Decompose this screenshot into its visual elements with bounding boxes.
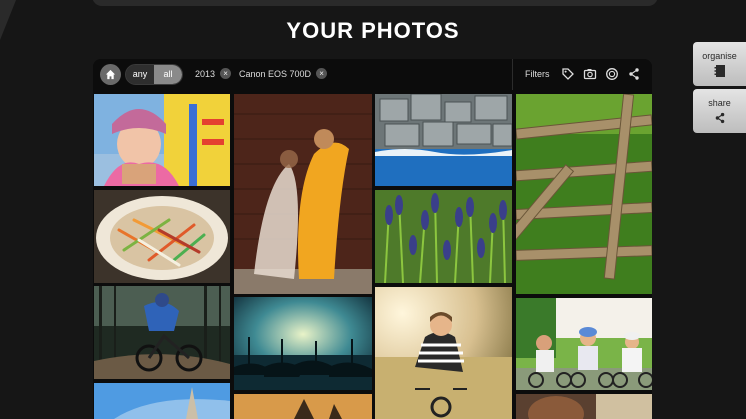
photo-image — [94, 286, 230, 379]
share-label: share — [708, 98, 731, 108]
photo-wooden-fence[interactable] — [516, 94, 652, 294]
photo-sunset-trees[interactable] — [234, 394, 372, 419]
filter-chip-year: 2013 × — [195, 68, 232, 79]
home-icon — [105, 69, 116, 80]
lens-icon[interactable] — [605, 67, 619, 81]
photo-gondolas[interactable] — [234, 297, 372, 390]
photo-breakwater-rocks[interactable] — [375, 94, 512, 186]
photo-lavender-field[interactable] — [375, 190, 512, 283]
camera-icon[interactable] — [583, 67, 597, 81]
photo-image — [234, 94, 372, 294]
filter-chip-camera: Canon EOS 700D × — [239, 68, 328, 79]
home-button[interactable] — [100, 64, 121, 85]
photo-church-tower[interactable] — [94, 383, 230, 419]
any-all-toggle[interactable]: any all — [125, 64, 183, 85]
photo-image — [375, 190, 512, 283]
share-button[interactable]: share — [693, 89, 746, 133]
photo-family-cycling[interactable] — [516, 298, 652, 390]
photo-image — [94, 383, 230, 419]
photo-image — [375, 287, 512, 419]
organise-label: organise — [702, 51, 737, 61]
notebook-icon — [714, 65, 725, 77]
remove-chip-icon[interactable]: × — [220, 68, 232, 79]
photo-image — [516, 94, 652, 294]
photo-salad-bowl[interactable] — [94, 190, 230, 283]
toggle-any[interactable]: any — [126, 65, 154, 84]
toggle-all[interactable]: all — [154, 65, 182, 84]
photo-image — [94, 94, 230, 186]
photo-portrait-partial[interactable] — [516, 394, 652, 419]
photo-image — [516, 394, 652, 419]
tag-icon[interactable] — [561, 67, 575, 81]
filter-bar: any all 2013 × Canon EOS 700D × Filters — [93, 59, 652, 90]
organise-button[interactable]: organise — [693, 42, 746, 86]
share-icon — [715, 112, 724, 124]
page-title: YOUR PHOTOS — [286, 18, 460, 43]
filters-button[interactable]: Filters — [525, 69, 550, 79]
photo-girl-playground[interactable] — [94, 94, 230, 186]
share-icon[interactable] — [627, 67, 641, 81]
photo-image — [94, 190, 230, 283]
remove-chip-icon[interactable]: × — [316, 68, 328, 79]
photo-image — [516, 298, 652, 390]
top-bar — [92, 0, 658, 6]
photo-image — [234, 297, 372, 390]
filter-divider — [512, 59, 513, 90]
photo-mountain-biker[interactable] — [94, 286, 230, 379]
filter-chip-label: Canon EOS 700D — [239, 68, 312, 79]
photo-dancers-motion[interactable] — [234, 94, 372, 294]
photo-image — [234, 394, 372, 419]
photo-boy-bike[interactable] — [375, 287, 512, 419]
photo-image — [375, 94, 512, 186]
filter-chip-label: 2013 — [195, 68, 216, 79]
